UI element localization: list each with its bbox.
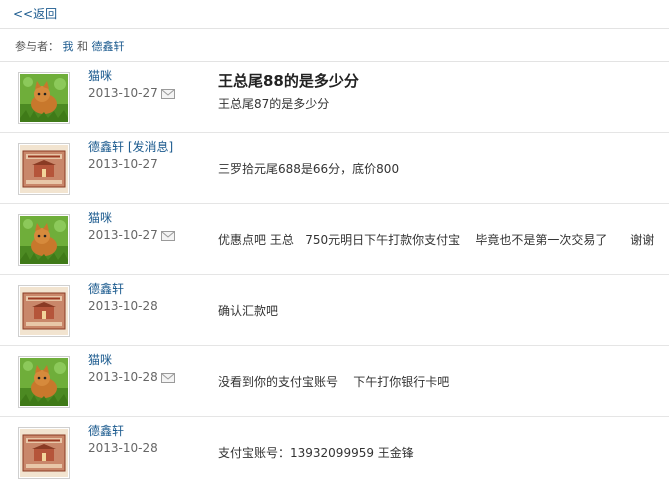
message-date: 2013-10-27	[88, 157, 158, 171]
date-text: 2013-10-27	[88, 86, 158, 100]
sender-name[interactable]: 猫咪	[88, 67, 112, 84]
participants-line: 参与者： 我 和 德鑫轩	[15, 38, 125, 54]
date-text: 2013-10-28	[88, 370, 158, 384]
message-date: 2013-10-28	[88, 299, 158, 313]
participants-and: 和	[77, 40, 88, 53]
envelope-icon	[160, 230, 175, 241]
sender-name[interactable]: 德鑫轩	[88, 140, 124, 154]
message-date: 2013-10-28	[88, 441, 158, 455]
back-link[interactable]: <<返回	[13, 5, 57, 22]
message-content: 优惠点吧 王总 750元明日下午打款你支付宝 毕竟也不是第一次交易了 谢谢	[218, 233, 655, 247]
sender-name[interactable]: 猫咪	[88, 351, 112, 368]
message-date: 2013-10-27	[88, 86, 175, 100]
date-text: 2013-10-27	[88, 228, 158, 242]
message-row: 猫咪 2013-10-27 优惠点吧 王总 750元明日下午打款你支付宝 毕竟也…	[0, 204, 669, 275]
message-row: 猫咪 2013-10-27 王总尾88的是多少分 王总尾87的是多少分	[0, 62, 669, 133]
message-content: 支付宝账号：13932099959 王金锋	[218, 446, 414, 460]
participants-label: 参与者：	[15, 40, 59, 53]
top-bar: <<返回	[0, 0, 669, 29]
bank-note-avatar[interactable]	[18, 285, 70, 337]
message-content: 没看到你的支付宝账号 下午打你银行卡吧	[218, 375, 450, 389]
send-message-link[interactable]: [发消息]	[128, 140, 173, 154]
participant-other-link[interactable]: 德鑫轩	[92, 40, 125, 53]
cat-avatar[interactable]	[18, 356, 70, 408]
participants-bar: 参与者： 我 和 德鑫轩	[0, 29, 669, 62]
message-date: 2013-10-28	[88, 370, 175, 384]
message-row: 德鑫轩 [发消息] 2013-10-27 三罗拾元尾688是66分，底价800	[0, 133, 669, 204]
message-content: 王总尾87的是多少分	[218, 97, 330, 111]
message-content: 三罗拾元尾688是66分，底价800	[218, 162, 400, 176]
message-row: 德鑫轩 2013-10-28 支付宝账号：13932099959 王金锋	[0, 417, 669, 487]
message-row: 德鑫轩 2013-10-28 确认汇款吧	[0, 275, 669, 346]
envelope-icon	[160, 372, 175, 383]
cat-avatar[interactable]	[18, 214, 70, 266]
message-row: 猫咪 2013-10-28 没看到你的支付宝账号 下午打你银行卡吧	[0, 346, 669, 417]
bank-note-avatar[interactable]	[18, 427, 70, 479]
bank-note-avatar[interactable]	[18, 143, 70, 195]
message-subject: 王总尾88的是多少分	[218, 72, 359, 90]
participant-me-link[interactable]: 我	[63, 40, 74, 53]
message-date: 2013-10-27	[88, 228, 175, 242]
sender-name[interactable]: 德鑫轩	[88, 422, 124, 439]
sender-name[interactable]: 猫咪	[88, 209, 112, 226]
cat-avatar[interactable]	[18, 72, 70, 124]
envelope-icon	[160, 88, 175, 99]
message-content: 确认汇款吧	[218, 304, 279, 318]
sender-name[interactable]: 德鑫轩	[88, 280, 124, 297]
sender-line: 德鑫轩 [发消息]	[88, 138, 173, 155]
